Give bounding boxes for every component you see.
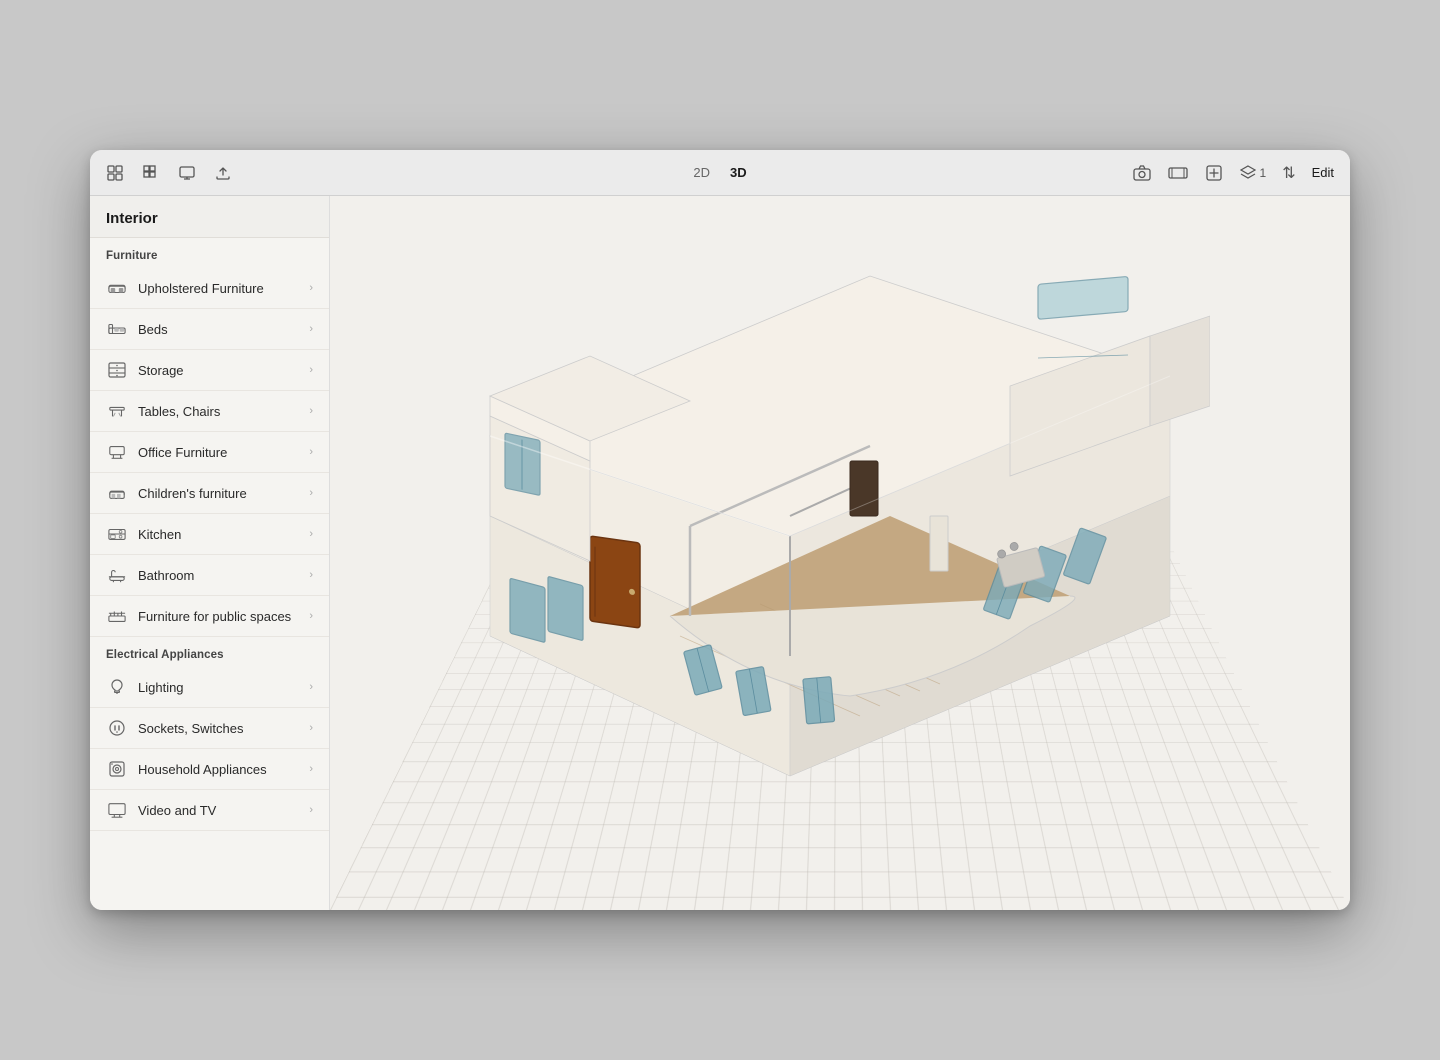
layer-indicator: 1 [1240,165,1267,181]
bathroom-label: Bathroom [138,568,299,583]
edit-button[interactable]: Edit [1312,165,1334,180]
sidebar-item-lighting[interactable]: Lighting › [90,667,329,708]
chevron-icon: › [309,681,313,693]
office-label: Office Furniture [138,445,299,460]
lighting-label: Lighting [138,680,299,695]
sidebar-item-beds[interactable]: Beds › [90,309,329,350]
bed-icon [106,318,128,340]
tables-label: Tables, Chairs [138,404,299,419]
bathroom-icon [106,564,128,586]
chevron-icon: › [309,405,313,417]
layer-count: 1 [1260,166,1267,180]
chevron-icon: › [309,282,313,294]
floorplan-3d [330,196,1350,910]
sidebar-item-sockets[interactable]: Sockets, Switches › [90,708,329,749]
office-icon [106,441,128,463]
view-2d-button[interactable]: 2D [687,163,716,182]
sockets-label: Sockets, Switches [138,721,299,736]
chevron-icon: › [309,528,313,540]
storage-icon [106,359,128,381]
monitor-icon[interactable] [178,164,196,182]
section-furniture: Furniture [90,238,329,268]
public-label: Furniture for public spaces [138,609,299,624]
lighting-icon [106,676,128,698]
storage-label: Storage [138,363,299,378]
sidebar-item-bathroom[interactable]: Bathroom › [90,555,329,596]
sidebar-item-upholstered[interactable]: Upholstered Furniture › [90,268,329,309]
sidebar-title: Interior [90,196,329,238]
upload-icon[interactable] [214,164,232,182]
children-icon [106,482,128,504]
children-label: Children's furniture [138,486,299,501]
sidebar-item-children[interactable]: Children's furniture › [90,473,329,514]
tv-label: Video and TV [138,803,299,818]
section-electrical: Electrical Appliances [90,637,329,667]
public-icon [106,605,128,627]
beds-label: Beds [138,322,299,337]
sofa-icon [106,277,128,299]
app-window: 2D 3D [90,150,1350,910]
sidebar-item-public[interactable]: Furniture for public spaces › [90,596,329,637]
toolbar-right: 1 ⇅ Edit [1132,163,1335,183]
upholstered-label: Upholstered Furniture [138,281,299,296]
chevron-icon: › [309,722,313,734]
camera-icon[interactable] [1132,163,1152,183]
chevron-icon: › [309,763,313,775]
chevron-icon: › [309,804,313,816]
share-icon[interactable] [1204,163,1224,183]
chevron-icon: › [309,487,313,499]
sidebar-item-tables[interactable]: Tables, Chairs › [90,391,329,432]
kitchen-label: Kitchen [138,527,299,542]
sidebar-item-appliances[interactable]: Household Appliances › [90,749,329,790]
dimensions-icon[interactable] [1168,163,1188,183]
kitchen-icon [106,523,128,545]
grid-icon[interactable] [142,164,160,182]
chevron-icon: › [309,364,313,376]
table-icon [106,400,128,422]
sidebar-item-kitchen[interactable]: Kitchen › [90,514,329,555]
chevron-icon: › [309,446,313,458]
canvas-area[interactable] [330,196,1350,910]
appliances-icon [106,758,128,780]
view-3d-button[interactable]: 3D [724,163,753,182]
sidebar-item-office[interactable]: Office Furniture › [90,432,329,473]
appliances-label: Household Appliances [138,762,299,777]
layout-icon[interactable] [106,164,124,182]
chevron-icon: › [309,323,313,335]
chevron-icon: › [309,610,313,622]
sidebar-item-tv[interactable]: Video and TV › [90,790,329,831]
main-content: Interior Furniture Upholstered Furniture… [90,196,1350,910]
sidebar-item-storage[interactable]: Storage › [90,350,329,391]
sidebar: Interior Furniture Upholstered Furniture… [90,196,330,910]
toolbar: 2D 3D [90,150,1350,196]
chevron-icon: › [309,569,313,581]
spinner-control[interactable]: ⇅ [1282,163,1295,183]
tv-icon [106,799,128,821]
socket-icon [106,717,128,739]
floorplan-svg [390,216,1210,836]
